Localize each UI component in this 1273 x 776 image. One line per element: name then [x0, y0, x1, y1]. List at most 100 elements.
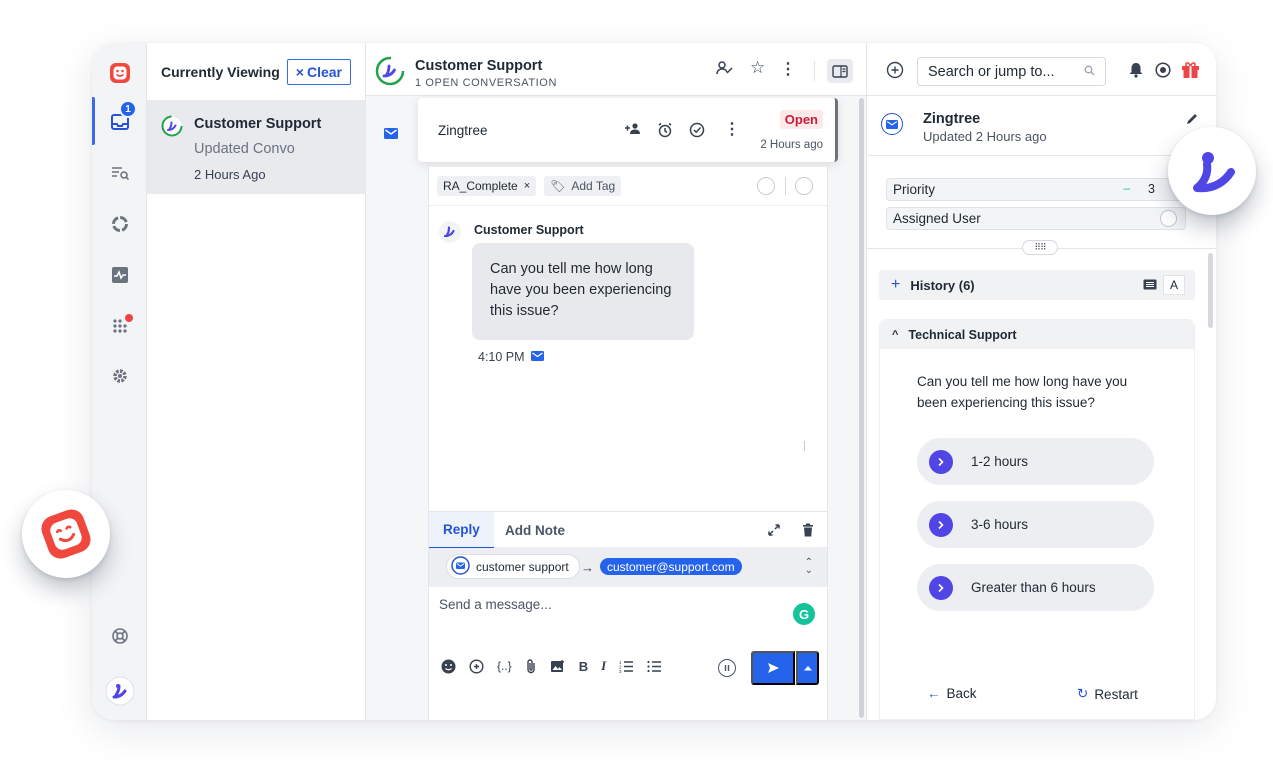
- send-button[interactable]: [751, 651, 795, 685]
- more-options-icon[interactable]: ⋮: [780, 59, 796, 79]
- panel-header[interactable]: ^ Technical Support: [880, 320, 1194, 349]
- clear-button[interactable]: × Clear: [286, 58, 351, 85]
- message-timestamp: 4:10 PM: [478, 350, 544, 364]
- scrollbar[interactable]: [859, 98, 864, 718]
- toggle-circle-left[interactable]: [757, 177, 775, 195]
- edit-pencil-icon[interactable]: [1185, 112, 1199, 131]
- numbered-list-icon[interactable]: 123: [619, 660, 634, 673]
- conversation-card[interactable]: Zingtree ⋮ Open 2 Hours ago: [418, 98, 838, 162]
- add-circle-icon[interactable]: [886, 61, 904, 84]
- globe-icon[interactable]: [1155, 62, 1171, 83]
- details-pane: Search or jump to... Zingtree Updated 2 …: [867, 43, 1216, 720]
- mail-circle-icon: [451, 555, 470, 578]
- filter-search-icon[interactable]: [92, 158, 147, 188]
- contact-mail-icon: [881, 113, 903, 135]
- sender-avatar: [438, 220, 462, 249]
- composer[interactable]: Send a message... G {..} B I 123: [429, 587, 827, 720]
- grammarly-icon[interactable]: G: [793, 603, 815, 625]
- from-select[interactable]: customer support: [446, 554, 580, 579]
- settings-gear-icon[interactable]: [92, 361, 147, 391]
- list-view-icon[interactable]: [1143, 278, 1157, 293]
- gift-icon[interactable]: [1181, 60, 1200, 84]
- message-bubble: Can you tell me how long have you been e…: [472, 243, 694, 340]
- toggle-panel-icon[interactable]: [827, 59, 853, 83]
- brand-logo-badge: [22, 490, 110, 578]
- add-tag-button[interactable]: 🏷 Add Tag: [544, 176, 622, 196]
- priority-minus-icon[interactable]: –: [1123, 181, 1130, 195]
- conversation-time: 2 Hours Ago: [194, 167, 266, 182]
- priority-label: Priority: [893, 182, 936, 197]
- back-button[interactable]: ← Back: [927, 686, 977, 701]
- list-heading: Currently Viewing: [161, 63, 280, 80]
- image-icon[interactable]: [550, 659, 566, 673]
- chevron-right-icon: [929, 449, 953, 474]
- choice-button[interactable]: 1-2 hours: [917, 438, 1154, 485]
- send-options-button[interactable]: [796, 651, 819, 685]
- details-scrollbar[interactable]: [1208, 253, 1213, 328]
- recipient-toggle-icon[interactable]: ⌃ ⌄: [805, 558, 813, 576]
- text-cursor: [804, 441, 805, 451]
- bold-icon[interactable]: B: [579, 659, 588, 674]
- conversation-list-pane: Currently Viewing × Clear Customer Suppor…: [147, 43, 366, 720]
- remove-tag-icon[interactable]: ×: [524, 180, 530, 192]
- activity-icon[interactable]: [92, 260, 147, 290]
- toggle-circle-right[interactable]: [795, 177, 813, 195]
- snooze-alarm-icon[interactable]: [657, 122, 673, 143]
- status-badge[interactable]: Open: [779, 110, 823, 129]
- priority-value: 3: [1148, 182, 1155, 196]
- tag-icon: 🏷: [550, 179, 566, 193]
- choice-label: 1-2 hours: [971, 454, 1029, 469]
- choice-label: 3-6 hours: [971, 517, 1029, 532]
- sender-name: Customer Support: [474, 223, 584, 237]
- italic-icon[interactable]: I: [601, 658, 606, 674]
- emoji-icon[interactable]: [441, 659, 456, 674]
- message-input[interactable]: Send a message...: [439, 597, 552, 612]
- restart-label: Restart: [1094, 686, 1138, 702]
- bullet-list-icon[interactable]: [647, 660, 662, 673]
- card-more-icon[interactable]: ⋮: [724, 119, 740, 139]
- contact-header: Zingtree Updated 2 Hours ago: [867, 96, 1216, 156]
- restart-button[interactable]: ↻ Restart: [1077, 686, 1138, 702]
- choice-button[interactable]: Greater than 6 hours: [917, 564, 1154, 611]
- resize-grip-icon[interactable]: ⠿⠿: [1022, 240, 1058, 255]
- svg-text:3: 3: [619, 669, 622, 673]
- variables-icon[interactable]: {..}: [497, 659, 512, 673]
- close-icon: ×: [295, 63, 304, 80]
- tab-add-note[interactable]: Add Note: [505, 512, 565, 549]
- history-a-button[interactable]: A: [1163, 275, 1185, 295]
- bell-icon[interactable]: [1129, 62, 1143, 83]
- help-lifebuoy-icon[interactable]: [92, 621, 147, 651]
- header-divider: [814, 61, 815, 81]
- contact-name: Zingtree: [923, 111, 981, 127]
- user-avatar[interactable]: [92, 676, 147, 706]
- trash-icon[interactable]: [802, 523, 814, 542]
- search-input[interactable]: Search or jump to...: [917, 57, 1106, 86]
- history-section[interactable]: + History (6) A: [879, 270, 1195, 300]
- expand-icon[interactable]: [767, 523, 781, 542]
- top-bar: Search or jump to...: [867, 43, 1216, 96]
- star-icon[interactable]: ☆: [750, 58, 765, 78]
- list-item[interactable]: Customer Support Updated Convo 2 Hours A…: [147, 100, 365, 194]
- assign-user-icon[interactable]: [716, 60, 734, 81]
- plus-icon: +: [891, 276, 901, 293]
- chevron-right-icon: [929, 575, 953, 600]
- app-logo-icon[interactable]: [92, 58, 147, 88]
- assigned-user-field[interactable]: Assigned User: [886, 207, 1186, 230]
- resolve-check-icon[interactable]: [689, 122, 705, 143]
- tag-chip[interactable]: RA_Complete ×: [437, 176, 537, 196]
- history-actions: A: [1143, 275, 1185, 295]
- team-avatar: [375, 56, 405, 91]
- app-window: 1 Currently Viewing × Clear Customer Sup…: [92, 43, 1216, 720]
- assigned-user-toggle[interactable]: [1160, 210, 1177, 227]
- pause-icon[interactable]: [718, 659, 736, 677]
- add-participant-icon[interactable]: [624, 122, 642, 140]
- card-contact-name: Zingtree: [438, 123, 488, 138]
- choice-button[interactable]: 3-6 hours: [917, 501, 1154, 548]
- priority-field[interactable]: Priority – 3: [886, 178, 1186, 201]
- apps-grid-icon[interactable]: [92, 311, 147, 341]
- attachment-icon[interactable]: [525, 658, 537, 674]
- saved-reply-icon[interactable]: [469, 658, 484, 674]
- to-recipient-chip[interactable]: customer@support.com: [600, 558, 742, 575]
- tab-reply[interactable]: Reply: [429, 512, 494, 549]
- reports-icon[interactable]: [92, 209, 147, 239]
